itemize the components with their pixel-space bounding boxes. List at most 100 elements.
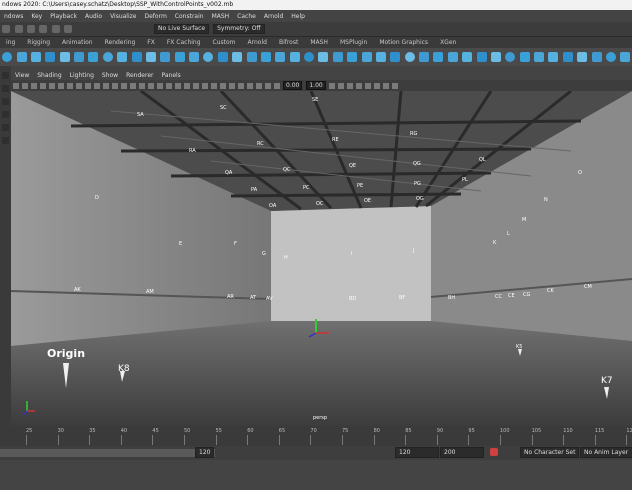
shelf-tool-icon[interactable] — [519, 52, 530, 62]
auto-key-icon[interactable] — [490, 448, 499, 456]
symmetry-dropdown[interactable]: Symmetry: Off — [213, 24, 265, 34]
shelf-tool-icon[interactable] — [246, 52, 257, 62]
shelf-tool-icon[interactable] — [203, 52, 214, 62]
panel-menu-panels[interactable]: Panels — [161, 72, 180, 79]
panel-tool-icon[interactable] — [392, 82, 399, 89]
panel-tool-icon[interactable] — [237, 82, 244, 89]
layout-icon[interactable] — [2, 137, 9, 144]
shelf-tool-icon[interactable] — [505, 52, 516, 62]
shelf-tool-icon[interactable] — [117, 52, 128, 62]
menu-audio[interactable]: Audio — [85, 13, 102, 20]
shelf-tab-animation[interactable]: Animation — [62, 39, 93, 46]
shelf-tool-icon[interactable] — [232, 52, 243, 62]
shelf-tab-ing[interactable]: ing — [6, 39, 15, 46]
select-icon[interactable] — [2, 25, 11, 33]
command-line[interactable] — [0, 460, 632, 490]
shelf-tool-icon[interactable] — [145, 52, 156, 62]
panel-tool-icon[interactable] — [192, 82, 199, 89]
shelf-tool-icon[interactable] — [131, 52, 142, 62]
snap-grid-icon[interactable] — [39, 25, 48, 33]
shelf-tab-rendering[interactable]: Rendering — [105, 39, 136, 46]
panel-tool-icon[interactable] — [174, 82, 181, 89]
rotate-tool-icon[interactable] — [2, 98, 9, 105]
panel-menu-view[interactable]: View — [15, 72, 29, 79]
panel-tool-icon[interactable] — [201, 82, 208, 89]
panel-tool-icon[interactable] — [246, 82, 253, 89]
shelf-tool-icon[interactable] — [160, 52, 171, 62]
panel-tool-icon[interactable] — [356, 82, 363, 89]
playback-end-field[interactable]: 200 — [440, 447, 484, 458]
shelf-tool-icon[interactable] — [404, 52, 415, 62]
panel-tool-icon[interactable] — [102, 82, 109, 89]
shelf-tool-icon[interactable] — [174, 52, 185, 62]
shelf-tool-icon[interactable] — [577, 52, 588, 62]
shelf-tool-icon[interactable] — [2, 52, 13, 62]
shelf-tool-icon[interactable] — [59, 52, 70, 62]
shelf-tool-icon[interactable] — [433, 52, 444, 62]
shelf-tool-icon[interactable] — [332, 52, 343, 62]
shelf-tool-icon[interactable] — [318, 52, 329, 62]
panel-tool-icon[interactable] — [30, 82, 37, 89]
live-surface-field[interactable]: No Live Surface — [154, 24, 210, 34]
range-slider[interactable]: 120 120 200 No Character Set No Anim Lay… — [0, 446, 632, 460]
snap-curve-icon[interactable] — [51, 25, 60, 33]
shelf-tab-bifrost[interactable]: Bifrost — [279, 39, 298, 46]
menu-visualize[interactable]: Visualize — [110, 13, 136, 20]
panel-tool-icon[interactable] — [347, 82, 354, 89]
time-slider[interactable]: 25 30 35 40 45 50 55 60 65 70 75 80 85 90 95 100 105 110 1… — [0, 426, 632, 446]
shelf-tool-icon[interactable] — [620, 52, 631, 62]
menu-constrain[interactable]: Constrain — [175, 13, 204, 20]
menu-deform[interactable]: Deform — [144, 13, 166, 20]
shelf-tab-rigging[interactable]: Rigging — [27, 39, 50, 46]
menu-key[interactable]: Key — [31, 13, 42, 20]
panel-tool-icon[interactable] — [338, 82, 345, 89]
shelf-tool-icon[interactable] — [275, 52, 286, 62]
shelf-tool-icon[interactable] — [217, 52, 228, 62]
panel-menu-lighting[interactable]: Lighting — [70, 72, 94, 79]
shelf-tool-icon[interactable] — [361, 52, 372, 62]
shelf-tab-motion-graphics[interactable]: Motion Graphics — [379, 39, 428, 46]
shelf-tab-fx-caching[interactable]: FX Caching — [167, 39, 201, 46]
anim-layer-dropdown[interactable]: No Anim Layer — [580, 447, 632, 458]
menu-help[interactable]: Help — [291, 13, 305, 20]
panel-tool-icon[interactable] — [21, 82, 28, 89]
scale-tool-icon[interactable] — [2, 111, 9, 118]
shelf-tool-icon[interactable] — [375, 52, 386, 62]
panel-tool-icon[interactable] — [383, 82, 390, 89]
panel-tool-icon[interactable] — [329, 82, 336, 89]
shelf-tool-icon[interactable] — [447, 52, 458, 62]
shelf-tool-icon[interactable] — [289, 52, 300, 62]
panel-tool-icon[interactable] — [374, 82, 381, 89]
shelf-tool-icon[interactable] — [16, 52, 27, 62]
panel-tool-icon[interactable] — [93, 82, 100, 89]
panel-tool-icon[interactable] — [129, 82, 136, 89]
panel-tool-icon[interactable] — [147, 82, 154, 89]
lasso-icon[interactable] — [14, 25, 23, 33]
menu-mash[interactable]: MASH — [212, 13, 230, 20]
snap-point-icon[interactable] — [64, 25, 73, 33]
shelf-tool-icon[interactable] — [476, 52, 487, 62]
shelf-tool-icon[interactable] — [88, 52, 99, 62]
panel-tool-icon[interactable] — [84, 82, 91, 89]
menu-ndows[interactable]: ndows — [4, 13, 23, 20]
viewport-persp[interactable]: Origin persp SA SC SE RA RC RE RG QA QC QE QG QL PA P… — [11, 91, 632, 426]
shelf-tool-icon[interactable] — [74, 52, 85, 62]
panel-tool-icon[interactable] — [255, 82, 262, 89]
panel-tool-icon[interactable] — [273, 82, 280, 89]
panel-tool-icon[interactable] — [264, 82, 271, 89]
shelf-tab-arnold[interactable]: Arnold — [248, 39, 267, 46]
panel-tool-icon[interactable] — [57, 82, 64, 89]
shelf-tool-icon[interactable] — [304, 52, 315, 62]
shelf-tool-icon[interactable] — [189, 52, 200, 62]
shelf-tool-icon[interactable] — [562, 52, 573, 62]
menu-playback[interactable]: Playback — [50, 13, 77, 20]
gamma-field[interactable]: 1.00 — [306, 81, 326, 90]
shelf-tool-icon[interactable] — [390, 52, 401, 62]
character-set-dropdown[interactable]: No Character Set — [520, 447, 580, 458]
panel-tool-icon[interactable] — [111, 82, 118, 89]
panel-tool-icon[interactable] — [120, 82, 127, 89]
exposure-field[interactable]: 0.00 — [283, 81, 303, 90]
panel-tool-icon[interactable] — [219, 82, 226, 89]
panel-tool-icon[interactable] — [75, 82, 82, 89]
shelf-tool-icon[interactable] — [30, 52, 41, 62]
